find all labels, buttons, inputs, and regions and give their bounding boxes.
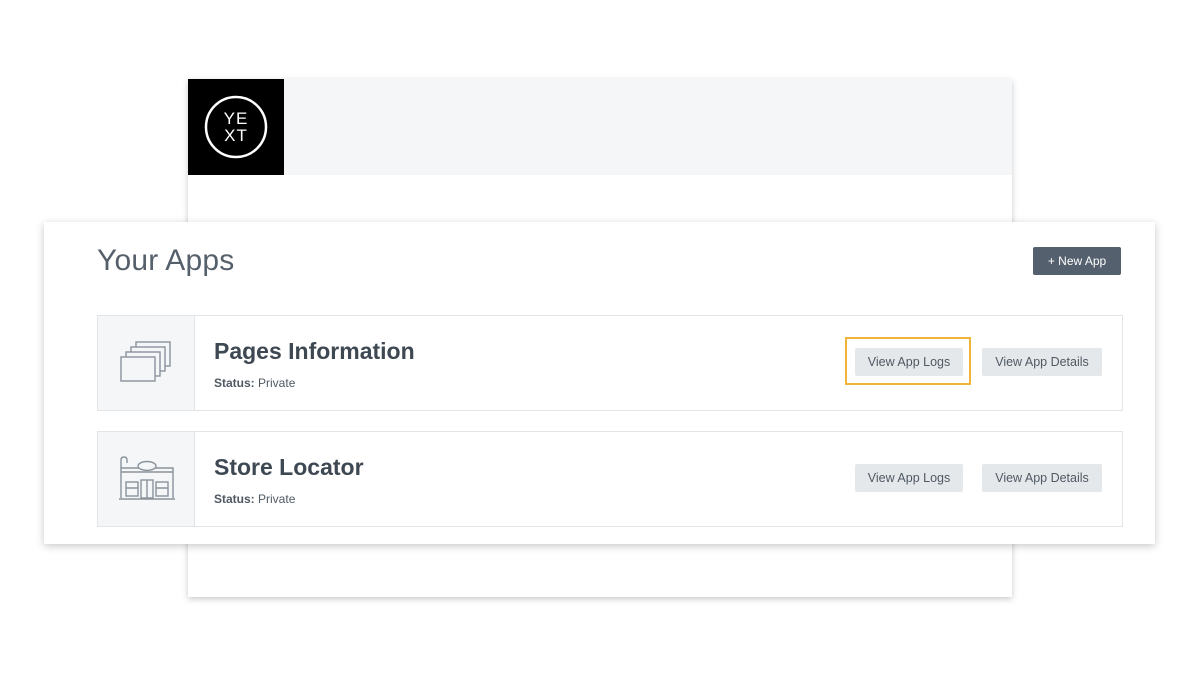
view-app-details-button[interactable]: View App Details bbox=[982, 464, 1102, 492]
app-name: Store Locator bbox=[214, 454, 364, 480]
window-header: YE XT bbox=[188, 79, 1012, 175]
app-row-store-locator: Store Locator Status: Private View App L… bbox=[97, 431, 1123, 527]
yext-logo[interactable]: YE XT bbox=[188, 79, 284, 175]
app-status: Status: Private bbox=[214, 376, 295, 390]
view-app-logs-button[interactable]: View App Logs bbox=[855, 348, 963, 376]
yext-logo-icon: YE XT bbox=[204, 95, 268, 159]
app-status: Status: Private bbox=[214, 492, 295, 506]
logo-text-bottom: XT bbox=[224, 126, 248, 145]
status-label: Status: bbox=[214, 376, 255, 390]
page-title: Your Apps bbox=[97, 244, 235, 277]
new-app-button[interactable]: + New App bbox=[1033, 247, 1121, 275]
app-icon-cell bbox=[98, 432, 195, 526]
stacked-pages-icon bbox=[120, 341, 171, 382]
status-value: Private bbox=[258, 492, 296, 506]
view-app-logs-button[interactable]: View App Logs bbox=[855, 464, 963, 492]
your-apps-panel: Your Apps + New App Pages Information St… bbox=[44, 222, 1155, 544]
status-value: Private bbox=[258, 376, 296, 390]
app-icon-cell bbox=[98, 316, 195, 410]
status-label: Status: bbox=[214, 492, 255, 506]
view-app-details-button[interactable]: View App Details bbox=[982, 348, 1102, 376]
storefront-icon bbox=[119, 456, 175, 500]
app-name: Pages Information bbox=[214, 338, 415, 364]
app-row-pages-information: Pages Information Status: Private View A… bbox=[97, 315, 1123, 411]
